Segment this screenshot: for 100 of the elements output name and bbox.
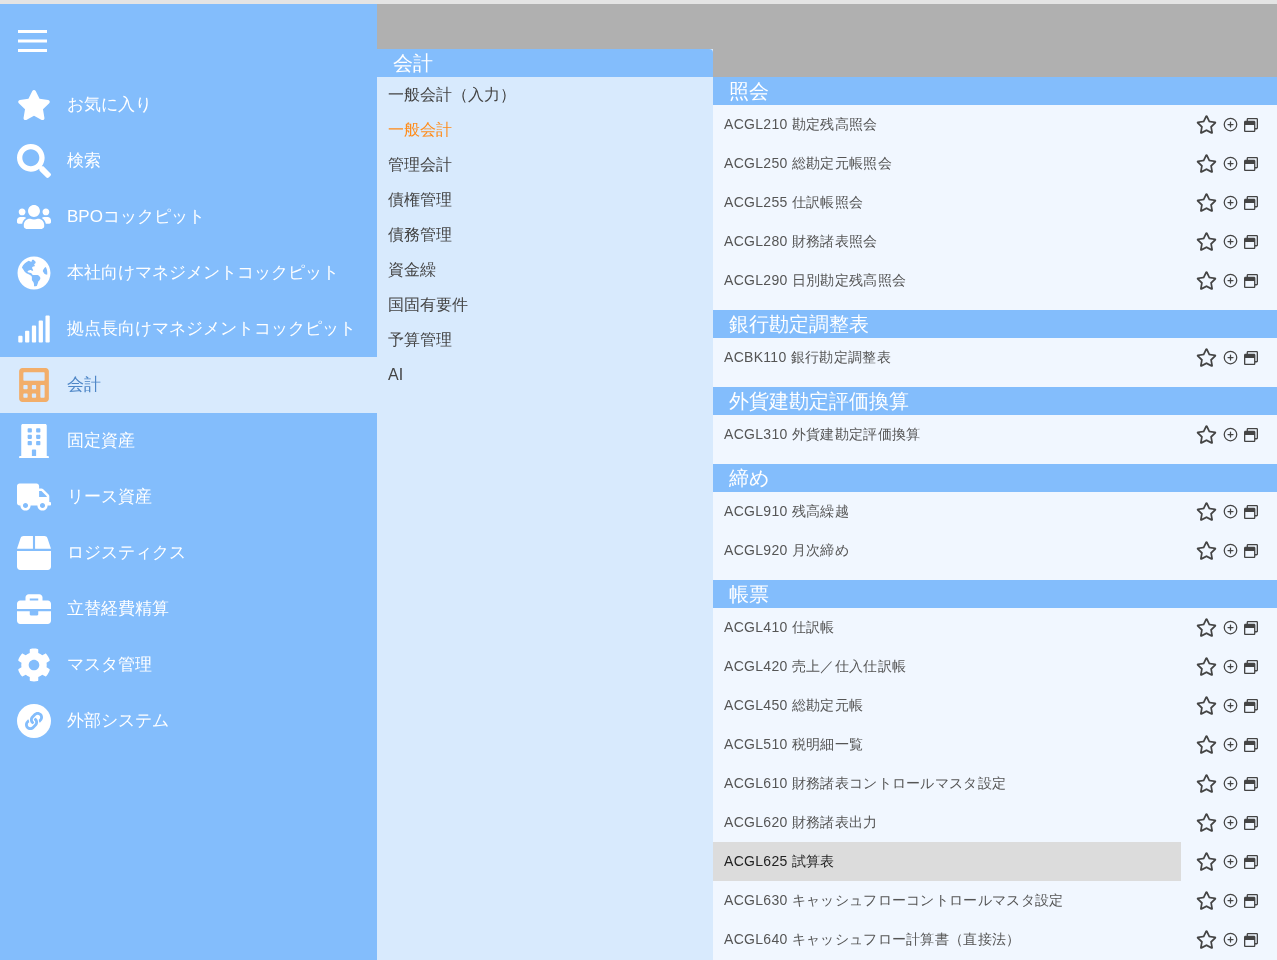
box-icon xyxy=(17,536,51,570)
search-icon xyxy=(17,144,51,178)
star-icon[interactable] xyxy=(1196,114,1217,135)
category-item[interactable]: 債権管理 xyxy=(377,182,713,217)
section-title: 外貨建勘定評価換算 xyxy=(729,389,909,414)
add-icon[interactable] xyxy=(1223,195,1238,210)
calculator-icon xyxy=(17,368,51,402)
sidebar-item-label: 検索 xyxy=(67,150,101,173)
window-icon[interactable] xyxy=(1244,543,1258,558)
globe-icon xyxy=(17,256,51,290)
program-item[interactable]: ACGL640 キャッシュフロー計算書（直接法） xyxy=(713,920,1181,959)
sidebar-item-label: 拠点長向けマネジメントコックピット xyxy=(67,318,356,341)
program-item[interactable]: ACGL210 勘定残高照会 xyxy=(713,105,1181,144)
sidebar-item-label: 立替経費精算 xyxy=(67,598,169,621)
window-icon[interactable] xyxy=(1244,156,1258,171)
program-item[interactable]: ACGL290 日別勘定残高照会 xyxy=(713,261,1181,300)
window-icon[interactable] xyxy=(1244,504,1258,519)
window-icon[interactable] xyxy=(1244,776,1258,791)
add-icon[interactable] xyxy=(1223,932,1238,947)
window-icon[interactable] xyxy=(1244,737,1258,752)
program-item[interactable]: ACGL410 仕訳帳 xyxy=(713,608,1181,647)
section-title: 照会 xyxy=(729,79,769,104)
program-item[interactable]: ACGL450 総勘定元帳 xyxy=(713,686,1181,725)
window-icon[interactable] xyxy=(1244,932,1258,947)
add-icon[interactable] xyxy=(1223,737,1238,752)
star-icon[interactable] xyxy=(1196,734,1217,755)
add-icon[interactable] xyxy=(1223,117,1238,132)
program-item[interactable]: ACGL625 試算表 xyxy=(713,842,1181,881)
section-title: 締め xyxy=(729,466,769,491)
star-icon[interactable] xyxy=(1196,851,1217,872)
program-item[interactable]: ACGL310 外貨建勘定評価換算 xyxy=(713,415,1181,454)
window-icon[interactable] xyxy=(1244,815,1258,830)
add-icon[interactable] xyxy=(1223,427,1238,442)
program-item[interactable]: ACGL620 財務諸表出力 xyxy=(713,803,1181,842)
star-icon[interactable] xyxy=(1196,424,1217,445)
window-icon[interactable] xyxy=(1244,427,1258,442)
sidebar-item-label: 固定資産 xyxy=(67,430,135,453)
truck-icon xyxy=(17,480,51,514)
window-icon[interactable] xyxy=(1244,854,1258,869)
briefcase-icon xyxy=(17,592,51,626)
program-item[interactable]: ACGL630 キャッシュフローコントロールマスタ設定 xyxy=(713,881,1181,920)
category-item[interactable]: 資金繰 xyxy=(377,252,713,287)
add-icon[interactable] xyxy=(1223,504,1238,519)
window-icon[interactable] xyxy=(1244,698,1258,713)
section-title: 銀行勘定調整表 xyxy=(729,312,869,337)
category-item[interactable]: 一般会計（入力） xyxy=(377,77,713,112)
star-icon[interactable] xyxy=(1196,501,1217,522)
category-item[interactable]: AI xyxy=(377,357,713,392)
program-item[interactable]: ACGL610 財務諸表コントロールマスタ設定 xyxy=(713,764,1181,803)
star-icon[interactable] xyxy=(1196,617,1217,638)
window-icon[interactable] xyxy=(1244,234,1258,249)
add-icon[interactable] xyxy=(1223,893,1238,908)
window-icon[interactable] xyxy=(1244,620,1258,635)
add-icon[interactable] xyxy=(1223,156,1238,171)
star-icon[interactable] xyxy=(1196,231,1217,252)
gear-icon xyxy=(17,648,51,682)
window-icon[interactable] xyxy=(1244,273,1258,288)
category-item[interactable]: 国固有要件 xyxy=(377,287,713,322)
add-icon[interactable] xyxy=(1223,659,1238,674)
star-icon[interactable] xyxy=(1196,153,1217,174)
add-icon[interactable] xyxy=(1223,620,1238,635)
star-icon[interactable] xyxy=(1196,192,1217,213)
star-icon[interactable] xyxy=(1196,929,1217,950)
program-item[interactable]: ACBK110 銀行勘定調整表 xyxy=(713,338,1181,377)
star-icon[interactable] xyxy=(1196,656,1217,677)
program-item[interactable]: ACGL510 税明細一覧 xyxy=(713,725,1181,764)
star-icon[interactable] xyxy=(1196,540,1217,561)
add-icon[interactable] xyxy=(1223,815,1238,830)
program-item[interactable]: ACGL910 残高繰越 xyxy=(713,492,1181,531)
add-icon[interactable] xyxy=(1223,698,1238,713)
star-icon[interactable] xyxy=(1196,347,1217,368)
star-icon[interactable] xyxy=(1196,773,1217,794)
star-icon[interactable] xyxy=(1196,695,1217,716)
star-icon[interactable] xyxy=(1196,812,1217,833)
category-item[interactable]: 債務管理 xyxy=(377,217,713,252)
window-icon[interactable] xyxy=(1244,195,1258,210)
add-icon[interactable] xyxy=(1223,273,1238,288)
category-item[interactable]: 予算管理 xyxy=(377,322,713,357)
add-icon[interactable] xyxy=(1223,854,1238,869)
window-icon[interactable] xyxy=(1244,659,1258,674)
add-icon[interactable] xyxy=(1223,234,1238,249)
star-icon[interactable] xyxy=(1196,270,1217,291)
program-item[interactable]: ACGL280 財務諸表照会 xyxy=(713,222,1181,261)
program-item[interactable]: ACGL250 総勘定元帳照会 xyxy=(713,144,1181,183)
section-title: 帳票 xyxy=(729,582,769,607)
window-icon[interactable] xyxy=(1244,117,1258,132)
sidebar-item-label: リース資産 xyxy=(67,486,152,509)
add-icon[interactable] xyxy=(1223,543,1238,558)
program-item[interactable]: ACGL920 月次締め xyxy=(713,531,1181,570)
category-item[interactable]: 管理会計 xyxy=(377,147,713,182)
building-icon xyxy=(17,424,51,458)
sidebar-item-label: 会計 xyxy=(67,374,101,397)
window-icon[interactable] xyxy=(1244,893,1258,908)
window-icon[interactable] xyxy=(1244,350,1258,365)
add-icon[interactable] xyxy=(1223,776,1238,791)
link-icon xyxy=(17,704,51,738)
star-icon[interactable] xyxy=(1196,890,1217,911)
program-item[interactable]: ACGL420 売上／仕入仕訳帳 xyxy=(713,647,1181,686)
add-icon[interactable] xyxy=(1223,350,1238,365)
program-item[interactable]: ACGL255 仕訳帳照会 xyxy=(713,183,1181,222)
